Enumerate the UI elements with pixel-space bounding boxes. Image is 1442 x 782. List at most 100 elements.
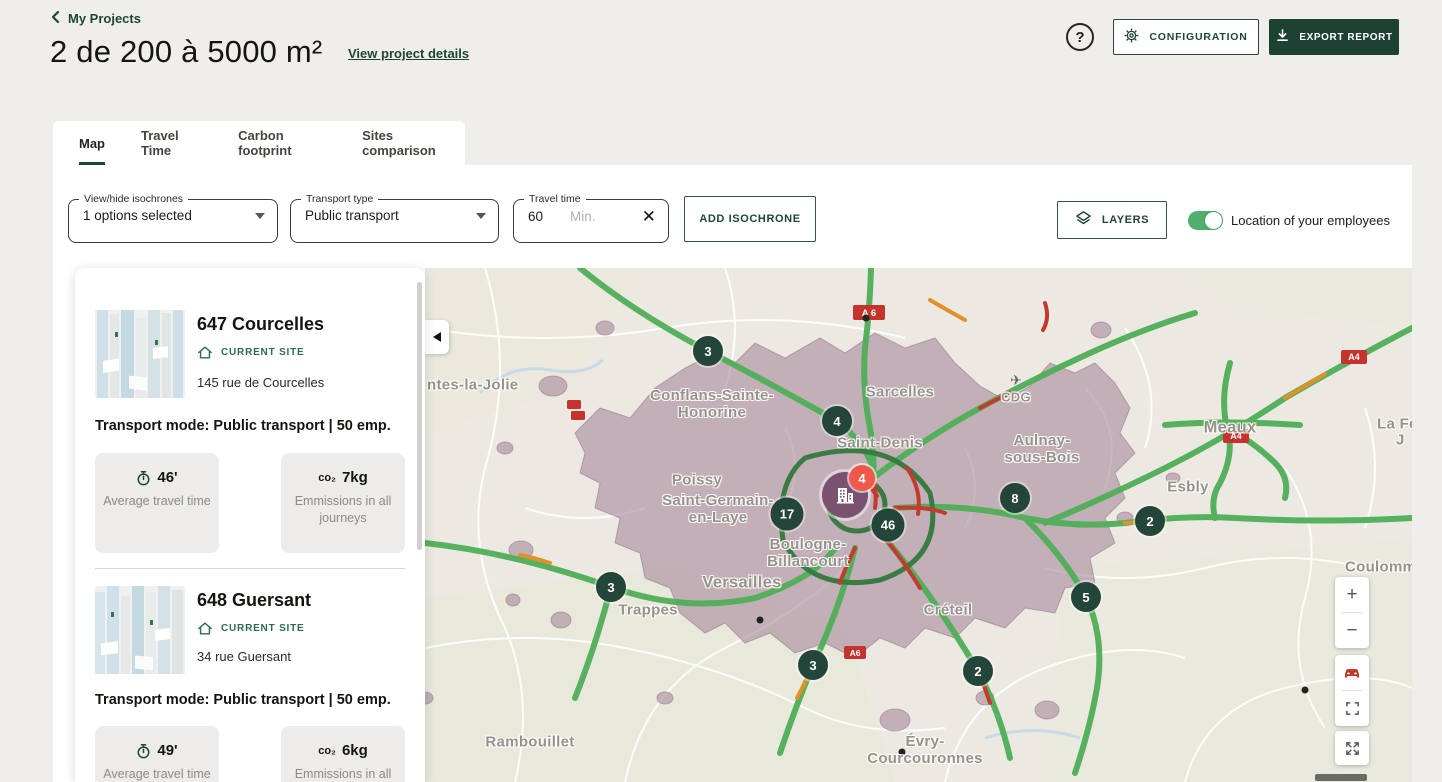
avg-travel-time-stat: 46' Average travel time (95, 453, 219, 553)
back-to-projects-button[interactable]: My Projects (50, 10, 141, 27)
car-icon (1343, 666, 1361, 680)
plane-icon: ✈ (1010, 372, 1022, 388)
crop-frame-icon (1345, 701, 1360, 716)
frame-select-button[interactable] (1335, 691, 1369, 726)
zoom-out-button[interactable]: − (1335, 613, 1369, 648)
avg-travel-time-label: Average travel time (102, 493, 212, 510)
cluster-marker[interactable]: 17 (771, 498, 804, 531)
home-icon (197, 345, 213, 360)
avg-travel-time-stat: 49' Average travel time (95, 726, 219, 782)
transport-type-select-label: Transport type (301, 193, 378, 205)
map-canvas[interactable]: A 6 A4 A4 A6 ✈ (425, 268, 1412, 782)
travel-time-unit: Min. (570, 209, 642, 224)
layers-button[interactable]: LAYERS (1057, 201, 1167, 239)
expand-arrows-icon (1345, 741, 1360, 756)
gear-icon (1124, 28, 1139, 46)
map-attribution (1315, 774, 1367, 781)
svg-text:A4: A4 (1348, 352, 1360, 362)
clear-travel-time-icon[interactable]: ✕ (642, 208, 656, 225)
page-title: 2 de 200 à 5000 m² (50, 34, 322, 70)
tab-sites-comparison[interactable]: Sites comparison (362, 121, 455, 165)
question-mark-icon: ? (1075, 29, 1084, 46)
home-icon (197, 621, 213, 636)
cluster-marker[interactable]: 2 (1135, 506, 1165, 536)
divider (95, 568, 405, 569)
chevron-down-icon (476, 213, 486, 219)
isochrones-select[interactable]: View/hide isochrones 1 options selected (68, 193, 278, 243)
add-isochrone-label: ADD ISOCHRONE (699, 213, 800, 225)
travel-time-field: Travel time Min. ✕ (513, 193, 669, 243)
main-content: View/hide isochrones 1 options selected … (53, 165, 1412, 782)
chevron-down-icon (255, 213, 265, 219)
co2-icon: co₂ (318, 745, 336, 757)
isochrones-select-value: 1 options selected (83, 208, 247, 223)
layer-controls (1335, 655, 1369, 726)
travel-time-input[interactable] (528, 209, 570, 224)
employees-toggle[interactable] (1188, 211, 1223, 230)
site-name: 647 Courcelles (197, 314, 324, 335)
panel-scrollbar[interactable] (417, 282, 422, 550)
site-thumbnail (95, 586, 185, 674)
export-report-button[interactable]: EXPORT REPORT (1269, 19, 1399, 55)
site-address: 145 rue de Courcelles (197, 375, 324, 390)
co2-icon: co₂ (318, 472, 336, 484)
zoom-in-button[interactable]: + (1335, 577, 1369, 612)
avg-travel-time-value: 46' (157, 469, 177, 486)
cluster-marker[interactable]: 5 (1071, 582, 1101, 612)
collapse-panel-button[interactable] (425, 320, 449, 354)
app-window: My Projects 2 de 200 à 5000 m² View proj… (0, 0, 1442, 782)
cluster-marker[interactable]: 8 (1000, 483, 1030, 513)
fullscreen-control (1335, 731, 1369, 765)
current-site-badge: CURRENT SITE (197, 621, 305, 636)
layers-icon (1075, 210, 1092, 230)
cluster-marker[interactable]: 2 (963, 656, 993, 686)
current-site-badge: CURRENT SITE (197, 345, 305, 360)
svg-text:A4: A4 (1230, 431, 1242, 441)
emissions-label: Emmissions in all journeys (288, 766, 398, 782)
view-project-details-link[interactable]: View project details (348, 46, 469, 61)
cluster-marker[interactable]: 3 (798, 650, 828, 680)
download-icon (1275, 28, 1290, 46)
emissions-stat: co₂ 7kg Emmissions in all journeys (281, 453, 405, 553)
site-transport-mode: Transport mode: Public transport | 50 em… (95, 418, 391, 434)
employees-toggle-label: Location of your employees (1231, 213, 1390, 228)
export-report-label: EXPORT REPORT (1299, 32, 1392, 43)
avg-travel-time-value: 49' (157, 742, 177, 759)
emissions-stat: co₂ 6kg Emmissions in all journeys (281, 726, 405, 782)
help-button[interactable]: ? (1066, 23, 1094, 51)
back-label: My Projects (68, 11, 141, 26)
map-base: A 6 A4 A4 A6 ✈ (425, 268, 1412, 782)
configuration-button[interactable]: CONFIGURATION (1113, 19, 1259, 55)
configuration-label: CONFIGURATION (1149, 31, 1247, 43)
cluster-marker[interactable]: 46 (872, 509, 905, 542)
add-isochrone-button[interactable]: ADD ISOCHRONE (684, 196, 816, 242)
transport-type-select[interactable]: Transport type Public transport (290, 193, 499, 243)
sites-panel: 647 Courcelles CURRENT SITE 145 rue de C… (75, 268, 425, 782)
chevron-left-icon (50, 10, 61, 27)
emissions-label: Emmissions in all journeys (288, 493, 398, 527)
toggle-knob (1205, 212, 1222, 229)
tab-carbon-footprint[interactable]: Carbon footprint (238, 121, 326, 165)
tab-map[interactable]: Map (79, 121, 105, 165)
layers-label: LAYERS (1102, 214, 1149, 226)
travel-time-field-label: Travel time (524, 193, 586, 205)
svg-text:A6: A6 (850, 648, 861, 658)
site-marker-badge: 4 (849, 465, 875, 491)
expand-button[interactable] (1335, 731, 1369, 765)
site-thumbnail (95, 310, 185, 398)
cluster-marker[interactable]: 3 (693, 336, 723, 366)
tab-travel-time[interactable]: Travel Time (141, 121, 202, 165)
cluster-marker[interactable]: 3 (596, 572, 626, 602)
tab-bar: Map Travel Time Carbon footprint Sites c… (53, 121, 465, 165)
emissions-value: 7kg (342, 469, 368, 486)
traffic-button[interactable] (1335, 655, 1369, 690)
site-transport-mode: Transport mode: Public transport | 50 em… (95, 692, 391, 708)
emissions-value: 6kg (342, 742, 368, 759)
triangle-left-icon (433, 332, 441, 342)
cluster-marker[interactable]: 4 (822, 406, 852, 436)
stopwatch-icon (136, 743, 151, 759)
avg-travel-time-label: Average travel time (102, 766, 212, 782)
stopwatch-icon (136, 470, 151, 486)
transport-type-select-value: Public transport (305, 208, 468, 223)
isochrones-select-label: View/hide isochrones (79, 193, 188, 205)
